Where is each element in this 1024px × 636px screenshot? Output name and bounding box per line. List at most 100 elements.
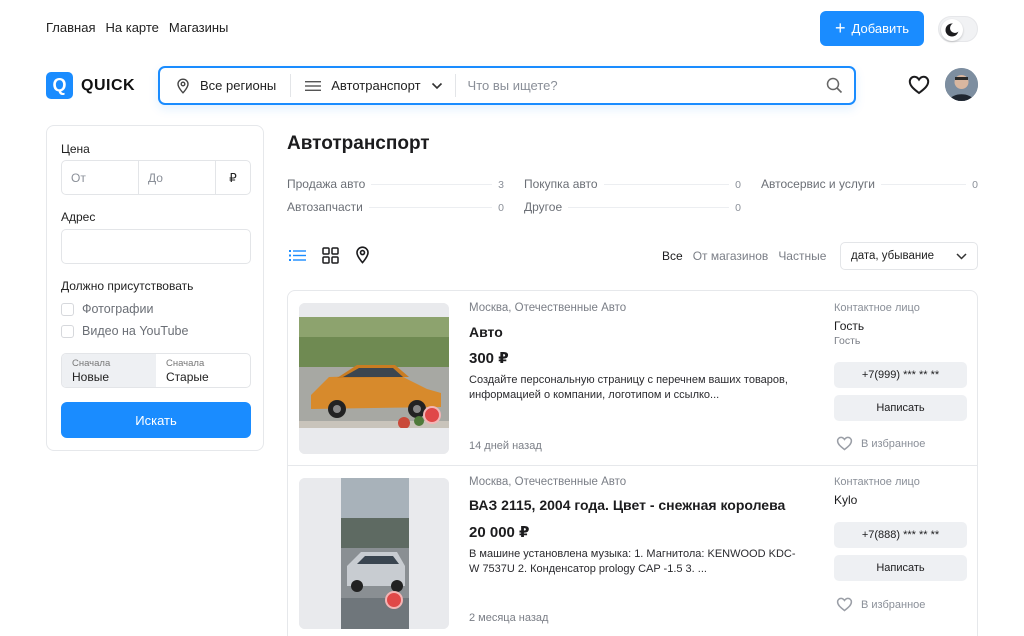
- price-to-field[interactable]: До: [139, 161, 216, 194]
- search-icon: [826, 77, 842, 94]
- show-phone-button[interactable]: +7(888) *** ** **: [834, 522, 967, 548]
- search-input[interactable]: [455, 78, 814, 93]
- nav-map-link[interactable]: На карте: [105, 20, 158, 35]
- subcategory-name: Автозапчасти: [287, 200, 363, 214]
- subcategory-count: 0: [972, 179, 978, 191]
- subcategory-count: 0: [735, 202, 741, 214]
- subcategory-link[interactable]: Покупка авто 0: [524, 177, 741, 191]
- filter-private[interactable]: Частные: [778, 249, 826, 263]
- listing-price: 300 ₽: [469, 350, 509, 367]
- photos-checkbox-label: Фотографии: [82, 302, 154, 316]
- price-from-field[interactable]: От: [62, 161, 139, 194]
- sort-order-toggle: Сначала Новые Сначала Старые: [61, 353, 251, 388]
- theme-toggle[interactable]: [938, 16, 978, 42]
- logo-mark: Q: [46, 72, 73, 99]
- listing-photo[interactable]: [299, 303, 449, 454]
- avatar-photo: [945, 68, 978, 101]
- address-label: Адрес: [61, 210, 96, 224]
- heart-icon: [836, 436, 853, 451]
- listing-photo[interactable]: [299, 478, 449, 629]
- seller-filter: Все От магазинов Частные: [662, 249, 826, 263]
- favorites-label: В избранное: [861, 437, 926, 450]
- sort-select-value: дата, убывание: [851, 250, 935, 262]
- youtube-checkbox[interactable]: Видео на YouTube: [61, 324, 188, 338]
- currency-selector[interactable]: ₽: [216, 161, 250, 194]
- search-submit[interactable]: [814, 77, 854, 94]
- sort-newest-label: Новые: [72, 370, 110, 384]
- subcategory-name: Другое: [524, 200, 563, 214]
- listing-description: В машине установлена музыка: 1. Магнитол…: [469, 548, 796, 575]
- write-button[interactable]: Написать: [834, 555, 967, 581]
- heart-icon: [836, 597, 853, 612]
- subcategory-leader: [880, 183, 967, 185]
- add-button[interactable]: + Добавить: [820, 11, 924, 46]
- list-icon: [289, 249, 306, 261]
- add-button-label: Добавить: [851, 21, 909, 36]
- subcategory-leader: [371, 183, 493, 185]
- subcategory-name: Продажа авто: [287, 177, 366, 191]
- nav-home-link[interactable]: Главная: [46, 20, 95, 35]
- map-view-button[interactable]: [355, 246, 370, 269]
- subcategory-leader: [568, 206, 730, 208]
- sort-newest-option[interactable]: Сначала Новые: [62, 354, 156, 387]
- contact-name: Kylo: [834, 493, 858, 507]
- subcategory-link[interactable]: Другое 0: [524, 200, 741, 214]
- subcategory-link[interactable]: Продажа авто 3: [287, 177, 504, 191]
- must-have-label: Должно присутствовать: [61, 279, 194, 293]
- checkbox-box[interactable]: [61, 324, 74, 338]
- grid-view-button[interactable]: [322, 246, 339, 269]
- price-label: Цена: [61, 142, 90, 156]
- add-to-favorites[interactable]: В избранное: [836, 436, 925, 451]
- grid-icon: [322, 246, 339, 264]
- sort-select[interactable]: дата, убывание: [840, 242, 978, 270]
- subcategory-link[interactable]: Автозапчасти 0: [287, 200, 504, 214]
- sort-oldest-option[interactable]: Сначала Старые: [156, 354, 250, 387]
- listing-description: Создайте персональную страницу с перечне…: [469, 374, 788, 401]
- show-phone-button[interactable]: +7(999) *** ** **: [834, 362, 967, 388]
- chevron-down-icon: [431, 82, 442, 89]
- region-selector[interactable]: Все регионы: [160, 74, 292, 97]
- listing-card[interactable]: Москва, Отечественные Авто ВАЗ 2115, 200…: [287, 465, 978, 636]
- list-view-button[interactable]: [289, 249, 306, 267]
- filter-sidebar: Цена От До ₽ Адрес Должно присутствовать…: [46, 125, 264, 451]
- seller-badge: [423, 406, 441, 424]
- filter-all[interactable]: Все: [662, 249, 683, 263]
- add-to-favorites[interactable]: В избранное: [836, 597, 925, 612]
- category-selector[interactable]: Автотранспорт: [291, 74, 456, 97]
- view-mode-switcher: [289, 246, 370, 269]
- listing-title[interactable]: ВАЗ 2115, 2004 года. Цвет - снежная коро…: [469, 497, 785, 513]
- subcategory-name: Покупка авто: [524, 177, 598, 191]
- subcategory-count: 3: [498, 179, 504, 191]
- moon-icon: [945, 23, 960, 37]
- filter-shops[interactable]: От магазинов: [693, 249, 769, 263]
- subcategory-count: 0: [498, 202, 504, 214]
- heart-icon: [908, 75, 930, 95]
- listing-location: Москва, Отечественные Авто: [469, 302, 627, 314]
- address-field[interactable]: [61, 229, 251, 264]
- list-icon: [305, 80, 322, 91]
- logo[interactable]: Q QUICK: [46, 72, 135, 99]
- contact-label: Контактное лицо: [834, 302, 920, 314]
- listing-card[interactable]: Москва, Отечественные Авто Авто 300 ₽ Со…: [287, 290, 978, 466]
- write-button[interactable]: Написать: [834, 395, 967, 421]
- nav-shops-link[interactable]: Магазины: [169, 20, 229, 35]
- chevron-down-icon: [956, 252, 967, 260]
- sort-oldest-label: Старые: [166, 370, 209, 384]
- checkbox-box[interactable]: [61, 302, 74, 316]
- favorites-button[interactable]: [908, 75, 930, 100]
- sort-oldest-small: Сначала: [166, 358, 205, 369]
- youtube-checkbox-label: Видео на YouTube: [82, 324, 189, 338]
- seller-badge: [385, 591, 403, 609]
- orange-car-photo: [299, 303, 449, 454]
- listing-title[interactable]: Авто: [469, 324, 503, 340]
- subcategory-name: Автосервис и услуги: [761, 177, 875, 191]
- avatar[interactable]: [945, 68, 978, 101]
- photos-checkbox[interactable]: Фотографии: [61, 302, 153, 316]
- location-pin-icon: [177, 77, 189, 94]
- find-button[interactable]: Искать: [61, 402, 251, 438]
- listing-date: 2 месяца назад: [469, 612, 549, 624]
- contact-subtitle: Гость: [834, 335, 861, 347]
- subcategory-link[interactable]: Автосервис и услуги 0: [761, 177, 978, 191]
- subcategory-leader: [603, 183, 730, 185]
- subcategory-count: 0: [735, 179, 741, 191]
